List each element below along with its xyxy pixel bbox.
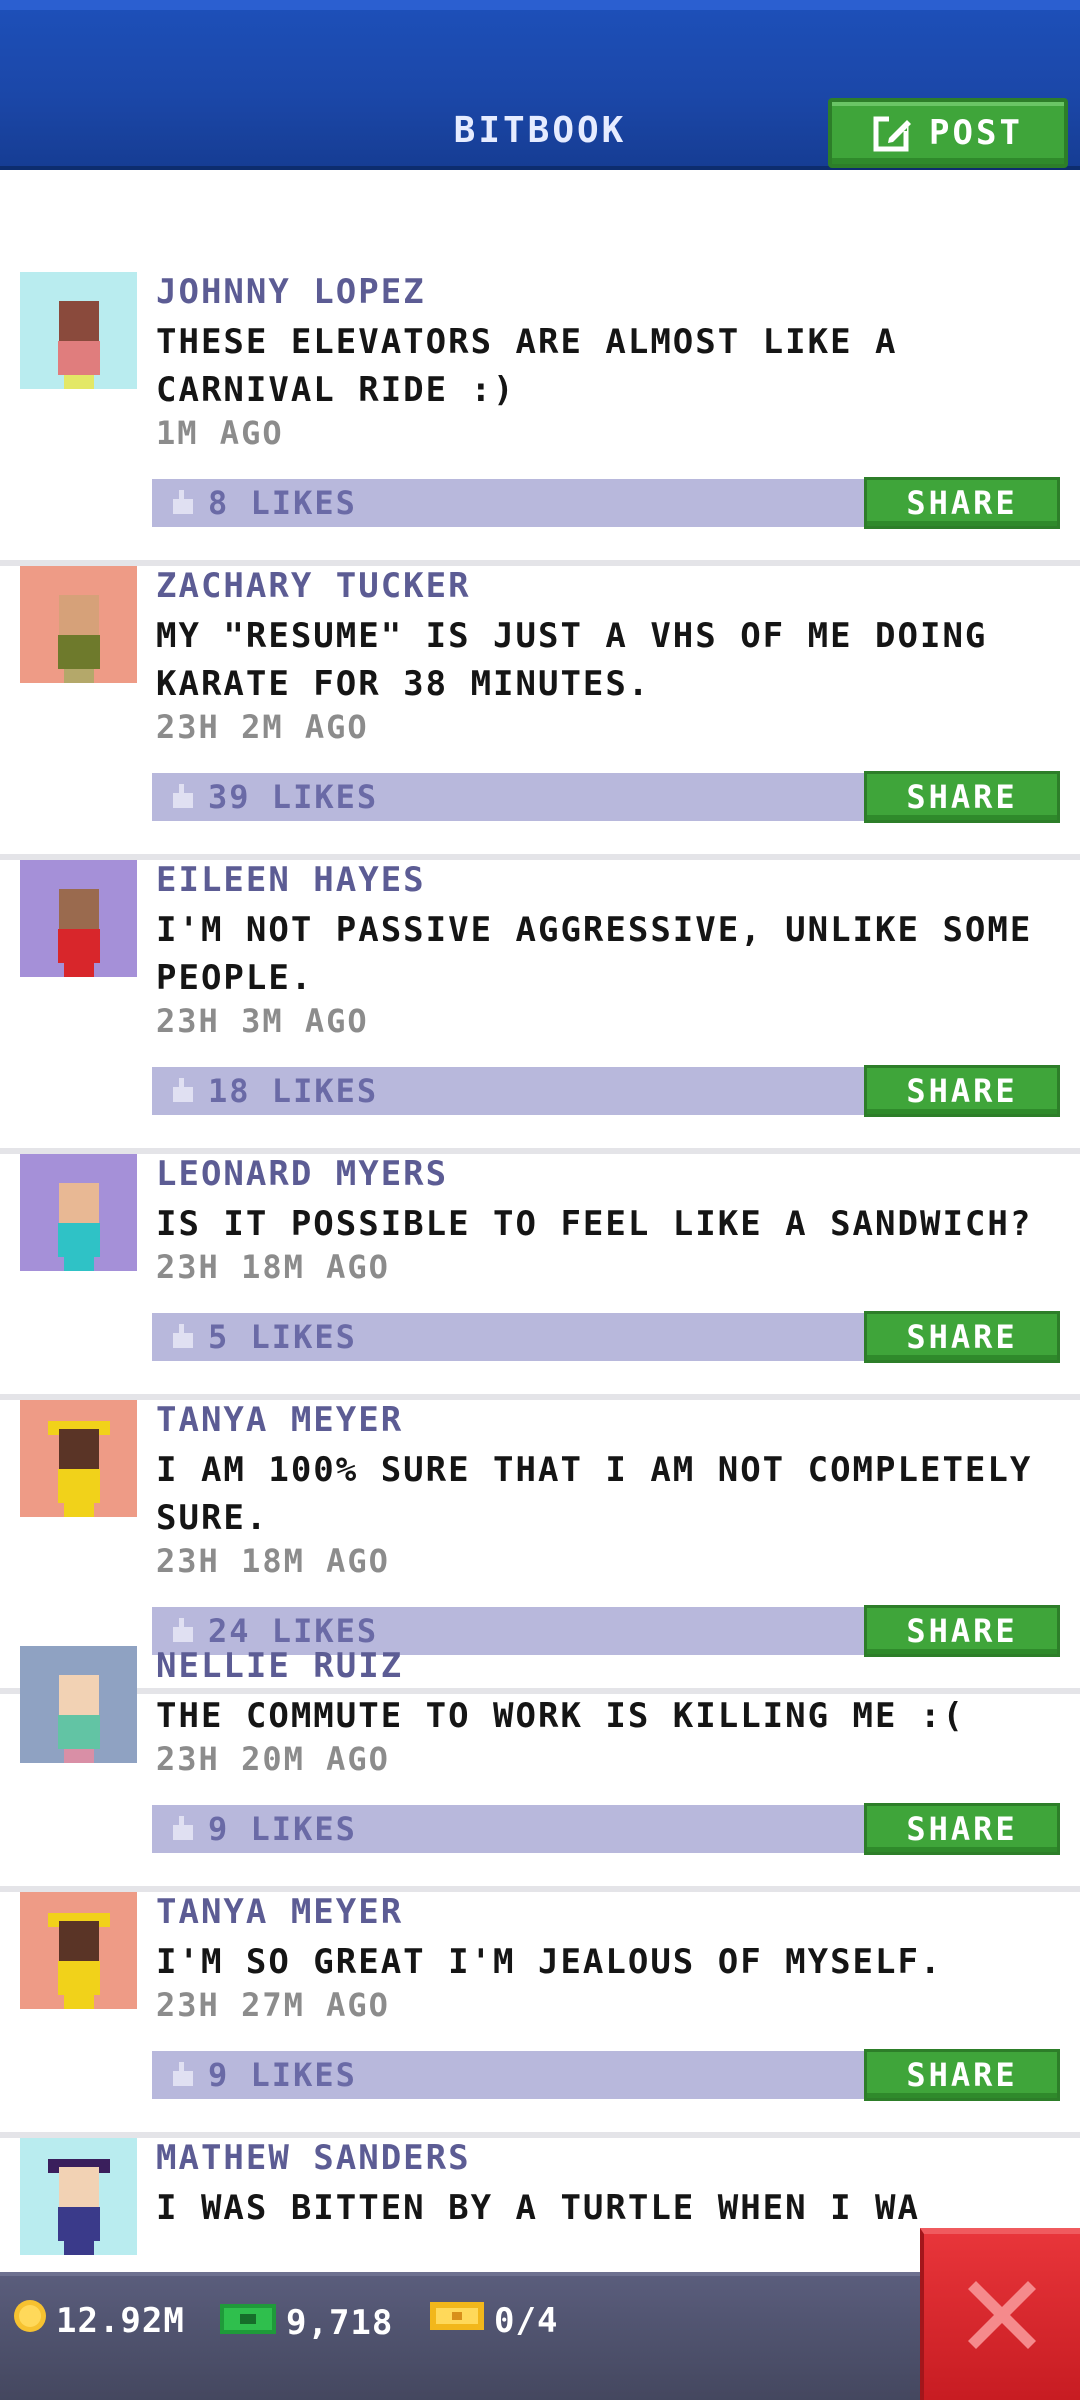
post-timestamp: 23H 18M AGO <box>156 1542 390 1580</box>
post-text: MY "RESUME" IS JUST A VHS OF ME DOING KA… <box>156 616 988 704</box>
likes-count: 24 LIKES <box>208 1612 379 1650</box>
feed-post: JOHNNY LOPEZ THESE ELEVATORS ARE ALMOST L… <box>0 272 1080 566</box>
avatar-figure <box>54 595 104 683</box>
post-timestamp: 23H 2M AGO <box>156 708 369 746</box>
post-author[interactable]: MATHEW SANDERS <box>156 2138 471 2178</box>
thumbs-up-icon <box>166 1320 200 1354</box>
post-text: I WAS BITTEN BY A TURTLE WHEN I WA <box>156 2188 920 2228</box>
bux-stat: 9,718 <box>218 2298 393 2347</box>
share-button[interactable]: SHARE <box>864 1803 1060 1855</box>
post-author[interactable]: ZACHARY TUCKER <box>156 566 471 606</box>
tickets-value: 0/4 <box>494 2300 559 2341</box>
post-author[interactable]: EILEEN HAYES <box>156 860 426 900</box>
close-icon <box>966 2279 1038 2355</box>
thumbs-up-icon <box>166 1812 200 1846</box>
compose-icon <box>873 112 915 154</box>
avatar[interactable] <box>20 1154 137 1271</box>
post-text: THE COMMUTE TO WORK IS KILLING ME :( <box>156 1696 965 1736</box>
like-bar[interactable]: 9 LIKES SHARE <box>152 1803 1060 1855</box>
share-button[interactable]: SHARE <box>864 2049 1060 2101</box>
post-text: I'M SO GREAT I'M JEALOUS OF MYSELF. <box>156 1942 943 1982</box>
post-timestamp: 23H 18M AGO <box>156 1248 390 1286</box>
avatar-figure <box>47 1913 110 2009</box>
post-author[interactable]: LEONARD MYERS <box>156 1154 448 1194</box>
avatar-figure <box>54 889 104 977</box>
avatar-figure <box>47 2159 110 2255</box>
coin-icon <box>12 2298 48 2343</box>
post-timestamp: 1M AGO <box>156 414 284 452</box>
avatar[interactable] <box>20 1400 137 1517</box>
feed-post: ZACHARY TUCKER MY "RESUME" IS JUST A VHS … <box>0 566 1080 860</box>
post-timestamp: 23H 20M AGO <box>156 1740 390 1778</box>
feed-list[interactable]: JOHNNY LOPEZ THESE ELEVATORS ARE ALMOST L… <box>0 172 1080 2272</box>
share-button[interactable]: SHARE <box>864 1065 1060 1117</box>
post-author[interactable]: TANYA MEYER <box>156 1892 403 1932</box>
avatar[interactable] <box>20 2138 137 2255</box>
tickets-stat: 0/4 <box>428 2298 558 2343</box>
like-bar[interactable]: 18 LIKES SHARE <box>152 1065 1060 1117</box>
feed-post: LEONARD MYERS IS IT POSSIBLE TO FEEL LIKE… <box>0 1154 1080 1400</box>
avatar-figure <box>54 1183 104 1271</box>
post-author[interactable]: JOHNNY LOPEZ <box>156 272 426 312</box>
like-bar[interactable]: 8 LIKES SHARE <box>152 477 1060 529</box>
post-author[interactable]: NELLIE RUIZ <box>156 1646 403 1686</box>
post-button[interactable]: POST <box>828 98 1068 168</box>
avatar-figure <box>54 301 104 389</box>
avatar[interactable] <box>20 1892 137 2009</box>
share-button[interactable]: SHARE <box>864 477 1060 529</box>
like-bar[interactable]: 5 LIKES SHARE <box>152 1311 1060 1363</box>
feed-post: NELLIE RUIZ THE COMMUTE TO WORK IS KILLIN… <box>0 1646 1080 1892</box>
thumbs-up-icon <box>166 2058 200 2092</box>
likes-count: 9 LIKES <box>208 1810 357 1848</box>
app-header: BITBOOK POST <box>0 0 1080 170</box>
thumbs-up-icon <box>166 780 200 814</box>
like-bar[interactable]: 9 LIKES SHARE <box>152 2049 1060 2101</box>
thumbs-up-icon <box>166 1614 200 1648</box>
post-text: I AM 100% SURE THAT I AM NOT COMPLETELY … <box>156 1450 1033 1538</box>
avatar[interactable] <box>20 272 137 389</box>
likes-count: 39 LIKES <box>208 778 379 816</box>
avatar[interactable] <box>20 1646 137 1763</box>
likes-count: 9 LIKES <box>208 2056 357 2094</box>
likes-count: 8 LIKES <box>208 484 357 522</box>
likes-count: 5 LIKES <box>208 1318 357 1356</box>
post-timestamp: 23H 3M AGO <box>156 1002 369 1040</box>
avatar[interactable] <box>20 860 137 977</box>
post-text: IS IT POSSIBLE TO FEEL LIKE A SANDWICH? <box>156 1204 1033 1244</box>
avatar[interactable] <box>20 566 137 683</box>
coins-stat: 12.92M <box>12 2298 185 2343</box>
bux-value: 9,718 <box>286 2302 394 2343</box>
share-button[interactable]: SHARE <box>864 771 1060 823</box>
avatar-figure <box>47 1421 110 1517</box>
ticket-icon <box>428 2298 486 2343</box>
avatar-figure <box>54 1675 104 1763</box>
close-button[interactable] <box>920 2228 1080 2400</box>
post-button-label: POST <box>929 113 1023 153</box>
feed-post: EILEEN HAYES I'M NOT PASSIVE AGGRESSIVE, … <box>0 860 1080 1154</box>
likes-count: 18 LIKES <box>208 1072 379 1110</box>
like-bar[interactable]: 39 LIKES SHARE <box>152 771 1060 823</box>
post-timestamp: 23H 27M AGO <box>156 1986 390 2024</box>
feed-post: TANYA MEYER I'M SO GREAT I'M JEALOUS OF M… <box>0 1892 1080 2138</box>
feed-post: MATHEW SANDERS I WAS BITTEN BY A TURTLE W… <box>0 2138 1080 2272</box>
share-button[interactable]: SHARE <box>864 1311 1060 1363</box>
status-bar: 12.92M 9,718 0/4 <box>0 2272 1080 2400</box>
post-text: THESE ELEVATORS ARE ALMOST LIKE A CARNIV… <box>156 322 898 410</box>
post-text: I'M NOT PASSIVE AGGRESSIVE, UNLIKE SOME … <box>156 910 1033 998</box>
post-author[interactable]: TANYA MEYER <box>156 1400 403 1440</box>
thumbs-up-icon <box>166 486 200 520</box>
cash-icon <box>218 2298 278 2347</box>
coins-value: 12.92M <box>56 2300 185 2341</box>
thumbs-up-icon <box>166 1074 200 1108</box>
